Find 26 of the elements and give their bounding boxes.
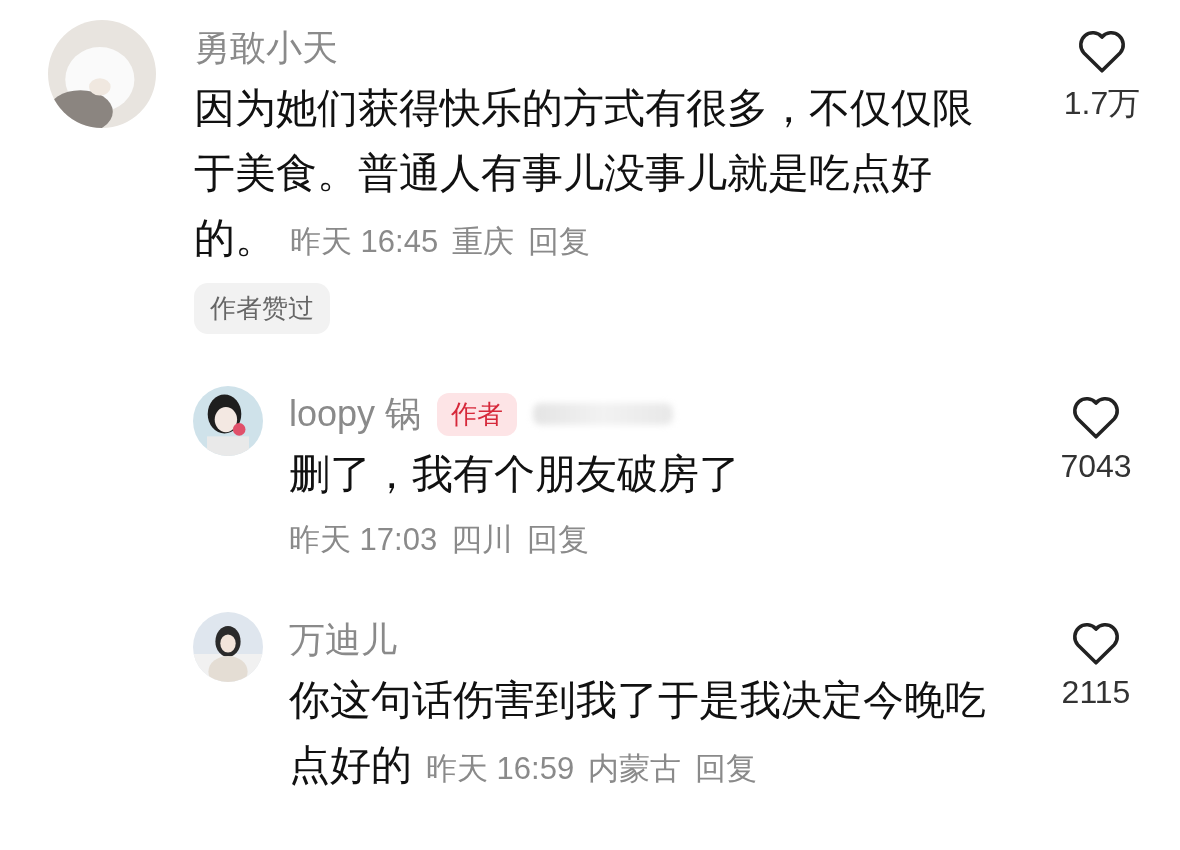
heart-icon[interactable] bbox=[1071, 620, 1121, 666]
comment-time: 昨天 16:59 bbox=[426, 750, 575, 788]
reply-link[interactable]: 回复 bbox=[695, 736, 758, 801]
author-badge: 作者 bbox=[437, 392, 518, 436]
comment-text: 因为她们获得快乐的方式有很多，不仅仅限 bbox=[194, 84, 973, 133]
comment-location: 内蒙古 bbox=[588, 750, 682, 788]
comment-text: 的。 bbox=[194, 214, 276, 263]
comment-text: 删了，我有个朋友破房了 bbox=[289, 450, 740, 499]
heart-icon[interactable] bbox=[1071, 394, 1121, 440]
user-name[interactable]: 勇敢小天 bbox=[194, 23, 338, 73]
comment-location: 重庆 bbox=[452, 223, 515, 261]
like-count: 2115 bbox=[1061, 674, 1131, 711]
comment-text: 于美食。普通人有事儿没事儿就是吃点好 bbox=[194, 149, 932, 198]
reply-link[interactable]: 回复 bbox=[528, 209, 591, 274]
comment-time: 昨天 17:03 bbox=[289, 521, 438, 559]
heart-icon[interactable] bbox=[1077, 28, 1127, 74]
comment-text: 点好的 bbox=[289, 741, 412, 790]
author-liked-tag: 作者赞过 bbox=[194, 283, 330, 334]
user-name[interactable]: 万迪儿 bbox=[289, 615, 397, 665]
comment-location: 四川 bbox=[451, 521, 514, 559]
comment-text: 你这句话伤害到我了于是我决定今晚吃 bbox=[289, 676, 986, 725]
like-count: 1.7万 bbox=[1063, 84, 1141, 123]
like-count: 7043 bbox=[1060, 448, 1132, 485]
reply-link[interactable]: 回复 bbox=[527, 507, 590, 572]
comment-time: 昨天 16:45 bbox=[290, 223, 439, 261]
user-name[interactable]: loopy 锅 bbox=[289, 389, 422, 439]
